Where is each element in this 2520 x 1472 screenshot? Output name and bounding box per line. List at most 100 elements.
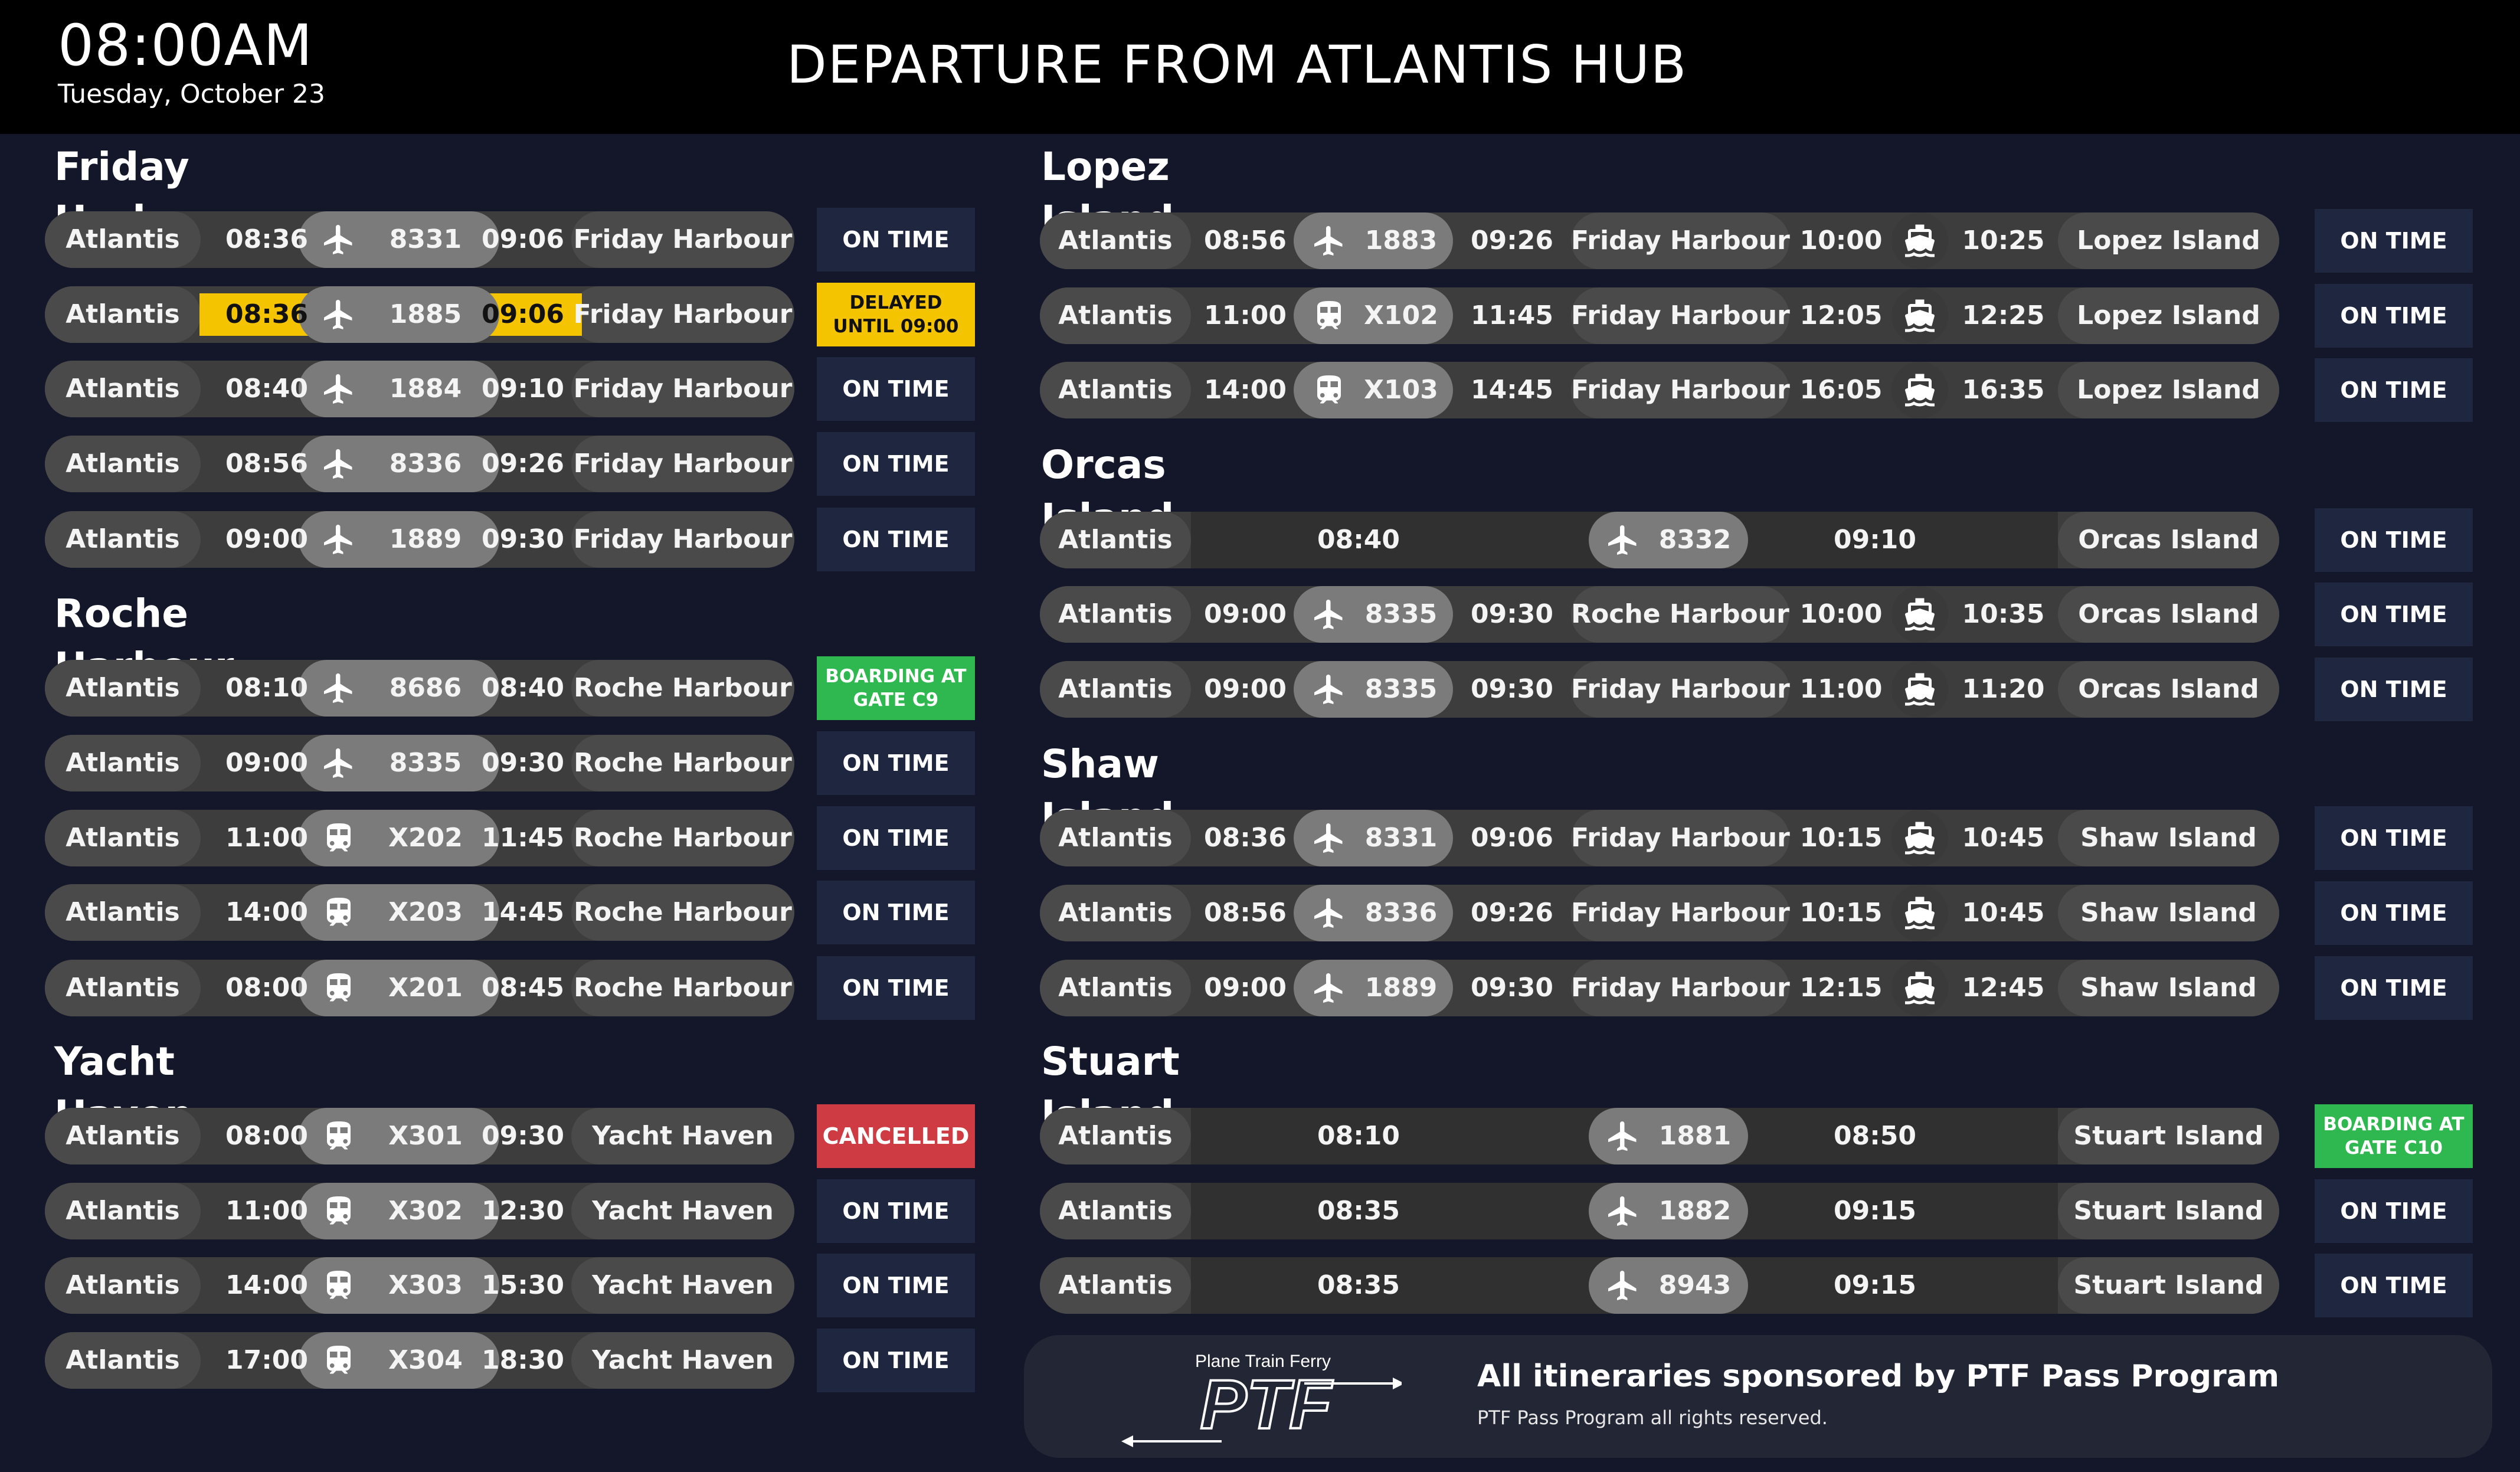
departure-row[interactable]: Atlantis 08:56 8336 09:26 Friday Harbour ON T… <box>45 432 977 496</box>
departure-row[interactable]: Atlantis 11:00 X202 11:45 Roche Harbour ON TI… <box>45 806 977 870</box>
arrival-time: 09:06 <box>481 224 565 254</box>
itinerary-row[interactable]: Atlantis 14:00 X103 14:45 Friday Harbour 16:0… <box>1040 358 2474 422</box>
origin-label: Atlantis <box>66 1345 180 1375</box>
origin-label: Atlantis <box>66 1121 180 1151</box>
status-badge: ON TIME <box>817 1179 975 1243</box>
itinerary-row[interactable]: Atlantis 09:00 1889 09:30 Friday Harbour 12:1… <box>1040 956 2474 1020</box>
departure-row[interactable]: Atlantis 08:36 8331 09:06 Friday Harbour ON T… <box>45 208 977 271</box>
arrival-time: 09:30 <box>481 1121 565 1151</box>
departure-row[interactable]: Atlantis 14:00 X303 15:30 Yacht Haven ON TIME <box>45 1254 977 1317</box>
departure-time: 14:00 <box>1203 375 1287 405</box>
plane-icon <box>1311 820 1347 856</box>
origin-label: Atlantis <box>1058 599 1173 629</box>
status-badge: CANCELLED <box>817 1104 975 1168</box>
departure-time: 11:00 <box>1203 300 1287 331</box>
itinerary-row[interactable]: Atlantis 09:00 8335 09:30 Friday Harbour 11:0… <box>1040 658 2474 721</box>
destination-label: Friday Harbour <box>573 299 793 329</box>
transfer-location: Friday Harbour <box>1571 823 1790 853</box>
status-badge: ON TIME <box>817 508 975 571</box>
origin-label: Atlantis <box>66 224 180 254</box>
itinerary-row[interactable]: Atlantis 08:36 8331 09:06 Friday Harbour 10:1… <box>1040 806 2474 870</box>
ferry-departure-time: 10:15 <box>1799 898 1883 928</box>
departure-time: 08:36 <box>225 224 309 254</box>
origin-label: Atlantis <box>1058 525 1173 555</box>
arrival-time: 15:30 <box>481 1270 565 1300</box>
ferry-arrival-time: 10:25 <box>1962 225 2045 256</box>
departure-row[interactable]: Atlantis 17:00 X304 18:30 Yacht Haven ON TIME <box>45 1329 977 1392</box>
departure-row[interactable]: Atlantis 09:00 1889 09:30 Friday Harbour ON T… <box>45 508 977 571</box>
status-badge: BOARDING AT GATE C9 <box>817 656 975 720</box>
itinerary-row[interactable]: Atlantis 09:00 8335 09:30 Roche Harbour 10:00… <box>1040 583 2474 646</box>
plane-icon <box>1311 895 1347 931</box>
itinerary-row[interactable]: Atlantis 08:56 1883 09:26 Friday Harbour 10:0… <box>1040 209 2474 273</box>
service-number: 8943 <box>1658 1270 1732 1300</box>
itinerary-row[interactable]: Atlantis 08:56 8336 09:26 Friday Harbour 10:1… <box>1040 881 2474 945</box>
destination-label: Lopez Island <box>2077 225 2260 256</box>
status-badge: ON TIME <box>2315 1179 2473 1243</box>
departure-time: 08:10 <box>1317 1121 1400 1151</box>
status-badge: BOARDING AT GATE C10 <box>2315 1104 2473 1168</box>
status-badge: ON TIME <box>2315 508 2473 572</box>
train-icon <box>321 1268 356 1303</box>
itinerary-row[interactable]: Atlantis 08:35 1882 09:15 Stuart Island ON TI… <box>1040 1179 2474 1243</box>
arrival-time: 09:10 <box>1833 525 1917 555</box>
destination-label: Friday Harbour <box>573 224 793 254</box>
departure-row[interactable]: Atlantis 14:00 X203 14:45 Roche Harbour ON TI… <box>45 881 977 944</box>
departure-row[interactable]: Atlantis 08:00 X301 09:30 Yacht Haven CANCELL… <box>45 1104 977 1168</box>
plane-icon <box>1311 970 1347 1006</box>
arrival-time: 09:30 <box>481 524 565 554</box>
itinerary-row[interactable]: Atlantis 08:40 8332 09:10 Orcas Island ON TIM… <box>1040 508 2474 572</box>
origin-label: Atlantis <box>1058 1196 1173 1226</box>
itinerary-row[interactable]: Atlantis 11:00 X102 11:45 Friday Harbour 12:0… <box>1040 284 2474 348</box>
plane-icon <box>321 297 356 332</box>
arrival-time: 14:45 <box>481 897 565 927</box>
origin-label: Atlantis <box>66 299 180 329</box>
train-icon <box>321 895 356 930</box>
status-badge: ON TIME <box>2315 881 2473 945</box>
origin-label: Atlantis <box>1058 225 1173 256</box>
departure-time: 08:56 <box>1203 898 1287 928</box>
arrival-time: 09:26 <box>481 449 565 479</box>
destination-label: Roche Harbour <box>574 748 792 778</box>
departure-row[interactable]: Atlantis 11:00 X302 12:30 Yacht Haven ON TIME <box>45 1179 977 1243</box>
destination-label: Yacht Haven <box>592 1270 774 1300</box>
plane-icon <box>321 371 356 407</box>
service-number: 8686 <box>389 673 462 703</box>
departure-row[interactable]: Atlantis 08:36 1885 09:06 Friday Harbour DELA… <box>45 283 977 346</box>
ferry-arrival-time: 12:25 <box>1962 300 2045 331</box>
departure-time: 08:36 <box>1203 823 1287 853</box>
departure-time: 17:00 <box>225 1345 309 1375</box>
ferry-icon <box>1902 672 1938 707</box>
status-badge: ON TIME <box>817 881 975 944</box>
arrival-time: 08:50 <box>1833 1121 1917 1151</box>
origin-label: Atlantis <box>66 1270 180 1300</box>
status-badge: ON TIME <box>2315 658 2473 721</box>
status-badge: ON TIME <box>817 208 975 271</box>
ferry-arrival-time: 12:45 <box>1962 973 2045 1003</box>
departure-row[interactable]: Atlantis 08:10 8686 08:40 Roche Harbour BOARD… <box>45 656 977 720</box>
origin-label: Atlantis <box>1058 674 1173 704</box>
ferry-arrival-time: 10:35 <box>1962 599 2045 629</box>
departure-row[interactable]: Atlantis 09:00 8335 09:30 Roche Harbour ON TI… <box>45 731 977 795</box>
departure-row[interactable]: Atlantis 08:40 1884 09:10 Friday Harbour ON T… <box>45 357 977 421</box>
itinerary-row[interactable]: Atlantis 08:10 1881 08:50 Stuart Island BOARD… <box>1040 1104 2474 1168</box>
departure-time: 08:56 <box>225 449 309 479</box>
departure-time: 08:40 <box>225 374 309 404</box>
arrival-time: 14:45 <box>1470 375 1554 405</box>
origin-label: Atlantis <box>1058 1270 1173 1300</box>
origin-label: Atlantis <box>1058 375 1173 405</box>
plane-icon <box>321 745 356 781</box>
departure-row[interactable]: Atlantis 08:00 X201 08:45 Roche Harbour ON TI… <box>45 956 977 1020</box>
status-badge: ON TIME <box>817 731 975 795</box>
departure-time: 08:36 <box>225 299 309 329</box>
destination-label: Roche Harbour <box>574 897 792 927</box>
service-number: X301 <box>388 1121 463 1151</box>
transfer-location: Roche Harbour <box>1571 599 1789 629</box>
origin-label: Atlantis <box>66 823 180 853</box>
itinerary-row[interactable]: Atlantis 08:35 8943 09:15 Stuart Island ON TI… <box>1040 1254 2474 1317</box>
departure-time: 14:00 <box>225 1270 309 1300</box>
service-number: 1884 <box>389 374 462 404</box>
destination-label: Friday Harbour <box>573 449 793 479</box>
status-badge: ON TIME <box>2315 1254 2473 1317</box>
origin-label: Atlantis <box>1058 973 1173 1003</box>
